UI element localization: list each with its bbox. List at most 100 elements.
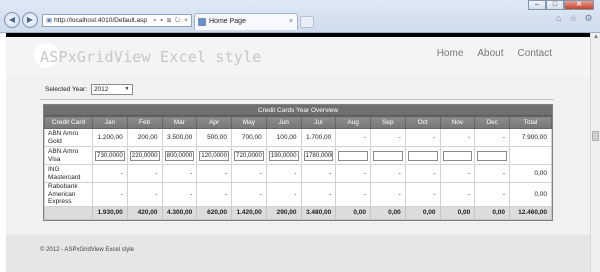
column-header-mar[interactable]: Mar	[161, 116, 198, 129]
nav-about-link[interactable]: About	[477, 48, 503, 59]
column-header-nov[interactable]: Nov	[439, 116, 476, 129]
column-header-jul[interactable]: Jul	[300, 116, 337, 129]
new-tab-button[interactable]	[300, 16, 314, 28]
column-header-jun[interactable]: Jun	[265, 116, 302, 129]
month-value-input[interactable]	[338, 150, 368, 161]
month-value-cell[interactable]: -	[439, 182, 476, 207]
month-value-cell[interactable]: -	[126, 182, 163, 207]
month-value-cell[interactable]: -	[474, 128, 510, 147]
month-value-input[interactable]	[477, 150, 507, 161]
month-value-cell[interactable]: -	[231, 164, 267, 183]
maximize-button[interactable]: □	[546, 0, 564, 10]
month-value-cell[interactable]: -	[300, 182, 337, 207]
settings-gear-icon[interactable]: ⚙	[583, 13, 594, 24]
page-scrollbar[interactable]: ▲	[590, 33, 600, 272]
month-value-cell[interactable]: 1.700,00	[300, 128, 337, 147]
month-edit-cell	[474, 146, 510, 165]
month-value-cell[interactable]: -	[370, 128, 406, 147]
month-value-cell[interactable]: -	[404, 182, 441, 207]
month-value-input[interactable]	[199, 150, 229, 161]
column-header-oct[interactable]: Oct	[404, 116, 441, 129]
table-row[interactable]: ING Mastercard - - - - - - - - - - - -0,00	[44, 164, 552, 183]
copyright-text: © 2012 - ASPxGridView Excel style	[40, 247, 135, 253]
footer-total-cell: 0,00	[439, 205, 476, 220]
month-value-cell[interactable]: -	[404, 128, 441, 147]
row-total-cell: 0,00	[509, 164, 552, 183]
month-value-cell[interactable]: -	[404, 164, 441, 183]
month-value-cell[interactable]: -	[265, 164, 302, 183]
column-header-may[interactable]: May	[231, 116, 267, 129]
month-value-cell[interactable]: -	[196, 164, 232, 183]
footer-total-cell: 3.480,00	[300, 205, 337, 220]
month-value-input[interactable]	[234, 150, 264, 161]
close-window-button[interactable]: ✕	[564, 0, 594, 10]
footer-total-cell: 1.930,00	[92, 205, 128, 220]
month-value-cell[interactable]: -	[439, 164, 476, 183]
month-value-cell[interactable]: -	[92, 164, 128, 183]
month-value-input[interactable]	[407, 150, 438, 161]
year-select[interactable]: 2012 ▼	[90, 84, 133, 95]
nav-contact-link[interactable]: Contact	[518, 48, 552, 59]
footer-total-cell: 0,00	[404, 205, 441, 220]
column-header-jan[interactable]: Jan	[92, 116, 128, 129]
column-header-total[interactable]: Total	[509, 116, 552, 129]
month-value-input[interactable]	[268, 150, 299, 161]
minimize-button[interactable]: –	[528, 0, 546, 10]
month-value-cell[interactable]: -	[439, 128, 476, 147]
month-edit-cell	[300, 146, 337, 165]
month-value-cell[interactable]: -	[265, 182, 302, 207]
footer-total-cell: 0,00	[474, 205, 510, 220]
month-value-cell[interactable]: -	[300, 164, 337, 183]
column-header-sep[interactable]: Sep	[370, 116, 406, 129]
month-value-cell[interactable]: -	[370, 182, 406, 207]
nav-home-link[interactable]: Home	[437, 48, 464, 59]
month-value-cell[interactable]: -	[126, 164, 163, 183]
tab-close-icon[interactable]: ×	[289, 14, 293, 30]
month-value-cell[interactable]: -	[474, 164, 510, 183]
month-value-input[interactable]	[95, 150, 125, 161]
credit-cards-grid: Credit Cards Year Overview Credit Card Ja…	[43, 104, 553, 221]
home-icon[interactable]: ⌂	[553, 13, 564, 24]
column-header-credit-card[interactable]: Credit Card	[44, 116, 93, 129]
table-row[interactable]: ABN Amro Visa	[44, 146, 552, 165]
month-value-input[interactable]	[129, 150, 160, 161]
month-value-cell[interactable]: -	[161, 164, 198, 183]
table-row[interactable]: Rabobank American Express - - - - - - - - - - - -0,0…	[44, 182, 552, 207]
favorites-star-icon[interactable]: ☆	[568, 13, 579, 24]
column-header-aug[interactable]: Aug	[335, 116, 371, 129]
month-value-input[interactable]	[164, 150, 195, 161]
table-row[interactable]: ABN Amro Gold 1.200,00 200,00 3.500,00 500,0…	[44, 128, 552, 147]
column-header-dec[interactable]: Dec	[474, 116, 510, 129]
month-value-input[interactable]	[442, 150, 473, 161]
month-value-input[interactable]	[373, 150, 403, 161]
month-edit-cell	[335, 146, 371, 165]
month-value-cell[interactable]: 1.200,00	[92, 128, 128, 147]
column-header-feb[interactable]: Feb	[126, 116, 163, 129]
month-edit-cell	[370, 146, 406, 165]
month-value-cell[interactable]: 500,00	[196, 128, 232, 147]
column-header-apr[interactable]: Apr	[196, 116, 232, 129]
month-value-cell[interactable]: -	[196, 182, 232, 207]
main-content: Selected Year: 2012 ▼ Credit Cards Year …	[6, 77, 590, 235]
month-value-cell[interactable]: 3.500,00	[161, 128, 198, 147]
address-bar-icons[interactable]: ⌕ ▾ ⊠ ↻ ×	[153, 15, 189, 26]
month-value-cell[interactable]: -	[370, 164, 406, 183]
month-value-cell[interactable]: -	[335, 128, 371, 147]
scrollbar-thumb[interactable]	[592, 131, 599, 141]
month-value-cell[interactable]: -	[92, 182, 128, 207]
month-value-cell[interactable]: -	[335, 164, 371, 183]
browser-tab-home[interactable]: Home Page ×	[194, 13, 298, 30]
back-button[interactable]: ◀	[4, 12, 20, 28]
address-bar[interactable]: ▣ http://localhost:4010/Default.asp ⌕ ▾ ⊠…	[42, 14, 192, 27]
scroll-up-icon[interactable]: ▲	[593, 34, 599, 40]
month-value-cell[interactable]: -	[335, 182, 371, 207]
month-value-cell[interactable]: -	[161, 182, 198, 207]
month-value-cell[interactable]: 700,00	[231, 128, 267, 147]
month-value-cell[interactable]: 100,00	[265, 128, 302, 147]
forward-button[interactable]: ▶	[22, 12, 38, 28]
month-value-cell[interactable]: -	[231, 182, 267, 207]
month-value-cell[interactable]: 200,00	[126, 128, 163, 147]
month-value-cell[interactable]: -	[474, 182, 510, 207]
month-value-input[interactable]	[303, 150, 334, 161]
footer-total-cell: 290,00	[265, 205, 302, 220]
